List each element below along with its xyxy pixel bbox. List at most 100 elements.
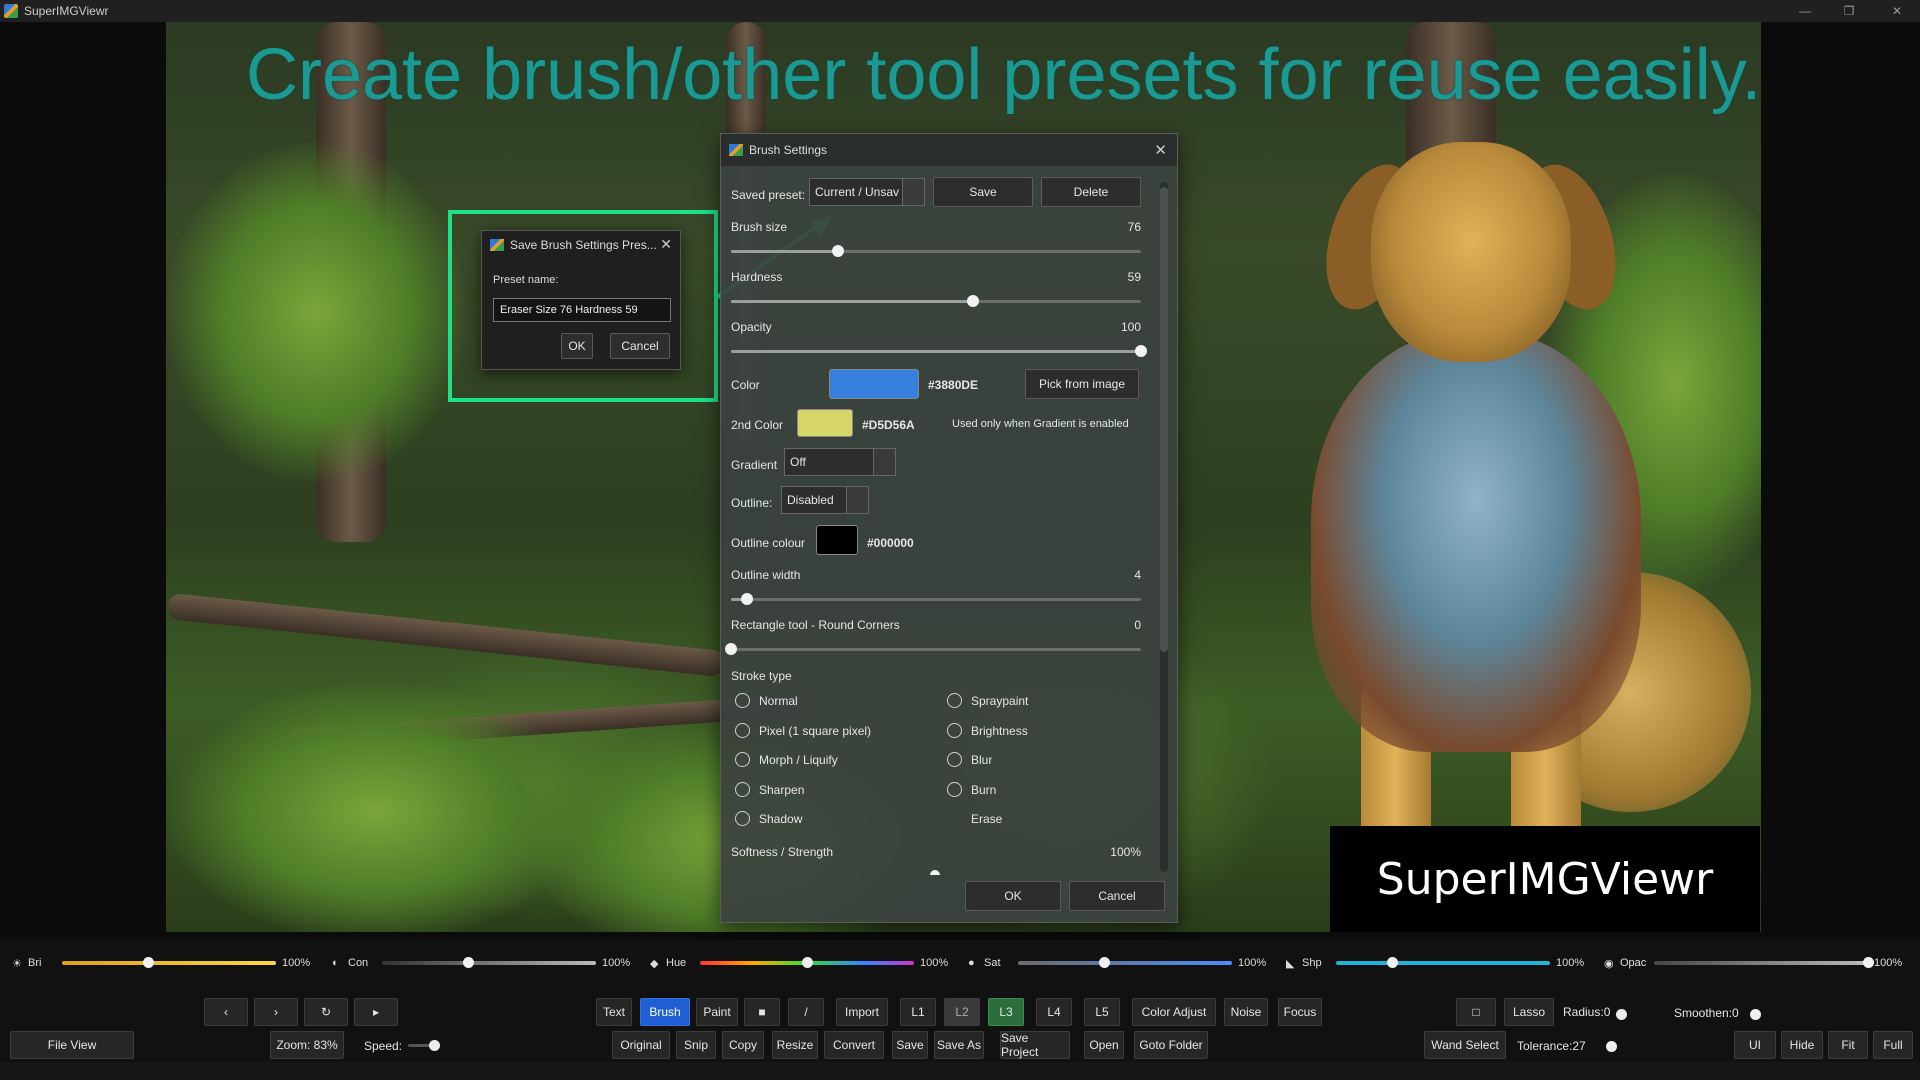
tool-l2-button[interactable]: L2: [944, 998, 980, 1026]
stroke-type-option[interactable]: Sharpen: [759, 783, 804, 797]
radio-button[interactable]: [947, 722, 962, 738]
restore-icon[interactable]: ❐: [1826, 0, 1872, 22]
radio-button[interactable]: [947, 781, 962, 797]
tool-color-adjust-button[interactable]: Color Adjust: [1132, 998, 1216, 1026]
slider-thumb[interactable]: [1098, 957, 1110, 968]
stroke-type-option[interactable]: Brightness: [971, 724, 1028, 738]
outline-colour-swatch[interactable]: [816, 525, 858, 555]
preset-name-input[interactable]: [493, 298, 671, 322]
close-window-icon[interactable]: ✕: [1874, 0, 1920, 22]
tool-brush-button[interactable]: Brush: [640, 998, 690, 1026]
slideshow-button[interactable]: ▸: [354, 998, 398, 1026]
brush-size-slider[interactable]: [731, 245, 1141, 257]
stroke-type-option[interactable]: Spraypaint: [971, 694, 1028, 708]
softness-slider[interactable]: [731, 870, 1141, 875]
stroke-type-option[interactable]: Blur: [971, 753, 992, 767]
tool-open-button[interactable]: Open: [1084, 1031, 1124, 1059]
tool-line-button[interactable]: /: [788, 998, 824, 1026]
close-icon[interactable]: ✕: [660, 236, 672, 253]
cancel-button[interactable]: Cancel: [1069, 881, 1165, 911]
tool-snip-button[interactable]: Snip: [676, 1031, 716, 1059]
tool-save-button[interactable]: Save: [892, 1031, 928, 1059]
tool-paint-button[interactable]: Paint: [696, 998, 738, 1026]
tool-save-project-button[interactable]: Save Project: [1000, 1031, 1070, 1059]
radius-slider-thumb[interactable]: [1616, 1009, 1627, 1020]
rotate-button[interactable]: ↻: [304, 998, 348, 1026]
opacity-slider[interactable]: [731, 345, 1147, 357]
slider-thumb[interactable]: [1863, 957, 1874, 968]
speed-slider[interactable]: [408, 1040, 440, 1051]
stroke-type-option[interactable]: Morph / Liquify: [759, 753, 838, 767]
radio-button[interactable]: [735, 811, 750, 826]
smoothen-slider-thumb[interactable]: [1750, 1009, 1761, 1020]
gradient-select[interactable]: Off: [784, 448, 896, 476]
dialog-scrollbar[interactable]: [1160, 182, 1168, 872]
tolerance-slider-thumb[interactable]: [1606, 1041, 1617, 1052]
pick-from-image-button[interactable]: Pick from image: [1025, 369, 1139, 399]
next-image-button[interactable]: ›: [254, 998, 298, 1026]
radio-button[interactable]: [947, 752, 962, 767]
file-view-button[interactable]: File View: [10, 1031, 134, 1059]
tool-l5-button[interactable]: L5: [1084, 998, 1120, 1026]
tool-import-button[interactable]: Import: [836, 998, 888, 1026]
lasso-button[interactable]: Lasso: [1504, 998, 1554, 1026]
hue-slider[interactable]: [700, 957, 914, 968]
opac-slider[interactable]: [1654, 957, 1874, 968]
scrollbar-thumb[interactable]: [1160, 187, 1168, 652]
tool-l3-button[interactable]: L3: [988, 998, 1024, 1026]
tool-focus-button[interactable]: Focus: [1278, 998, 1322, 1026]
prev-image-button[interactable]: ‹: [204, 998, 248, 1026]
tool-goto-folder-button[interactable]: Goto Folder: [1134, 1031, 1208, 1059]
tool-square-button[interactable]: ■: [744, 998, 780, 1026]
tool-resize-button[interactable]: Resize: [772, 1031, 818, 1059]
slider-thumb[interactable]: [1386, 957, 1398, 968]
sat-slider[interactable]: [1018, 957, 1232, 968]
shp-slider[interactable]: [1336, 957, 1550, 968]
stroke-type-option[interactable]: Normal: [759, 694, 798, 708]
ok-button[interactable]: OK: [965, 881, 1061, 911]
hardness-slider[interactable]: [731, 295, 1141, 307]
round-corners-slider[interactable]: [725, 643, 1141, 655]
ok-button[interactable]: OK: [561, 333, 593, 359]
bri-slider[interactable]: [62, 957, 276, 968]
color-swatch[interactable]: [829, 369, 919, 399]
delete-preset-button[interactable]: Delete: [1041, 177, 1141, 207]
tool-l4-button[interactable]: L4: [1036, 998, 1072, 1026]
rect-select-button[interactable]: □: [1456, 998, 1496, 1026]
fit-button[interactable]: Fit: [1828, 1031, 1868, 1059]
stroke-type-option[interactable]: Shadow: [759, 812, 802, 826]
hide-button[interactable]: Hide: [1781, 1031, 1823, 1059]
tool-convert-button[interactable]: Convert: [824, 1031, 884, 1059]
full-button[interactable]: Full: [1873, 1031, 1913, 1059]
radio-button[interactable]: [735, 693, 750, 708]
radio-button[interactable]: [947, 693, 962, 708]
radio-button[interactable]: [735, 752, 750, 767]
stroke-type-option[interactable]: Erase: [971, 812, 1002, 826]
con-slider[interactable]: [382, 957, 596, 968]
minimize-icon[interactable]: —: [1782, 0, 1828, 22]
round-corners-value: 0: [1134, 618, 1141, 632]
tool-text-button[interactable]: Text: [596, 998, 632, 1026]
slider-thumb[interactable]: [802, 957, 813, 968]
outline-select[interactable]: Disabled: [781, 486, 869, 514]
tool-copy-button[interactable]: Copy: [722, 1031, 764, 1059]
slider-thumb[interactable]: [462, 957, 474, 968]
tool-noise-button[interactable]: Noise: [1224, 998, 1268, 1026]
slider-thumb[interactable]: [142, 957, 154, 968]
radio-button[interactable]: [735, 781, 750, 797]
cancel-button[interactable]: Cancel: [610, 333, 670, 359]
saved-preset-select[interactable]: Current / Unsav: [809, 178, 925, 206]
ui-toggle-button[interactable]: UI: [1734, 1031, 1776, 1059]
radio-button[interactable]: [735, 722, 750, 738]
tool-save-as-button[interactable]: Save As: [934, 1031, 984, 1059]
stroke-type-option[interactable]: Pixel (1 square pixel): [759, 724, 871, 738]
tool-l1-button[interactable]: L1: [900, 998, 936, 1026]
color2-swatch[interactable]: [797, 409, 853, 437]
outline-width-slider[interactable]: [731, 593, 1141, 605]
tool-original-button[interactable]: Original: [612, 1031, 670, 1059]
save-preset-button[interactable]: Save: [933, 177, 1033, 207]
wand-select-button[interactable]: Wand Select: [1424, 1031, 1506, 1059]
close-icon[interactable]: ✕: [1154, 141, 1167, 159]
stroke-type-option[interactable]: Burn: [971, 783, 996, 797]
zoom-display[interactable]: Zoom: 83%: [270, 1031, 344, 1059]
